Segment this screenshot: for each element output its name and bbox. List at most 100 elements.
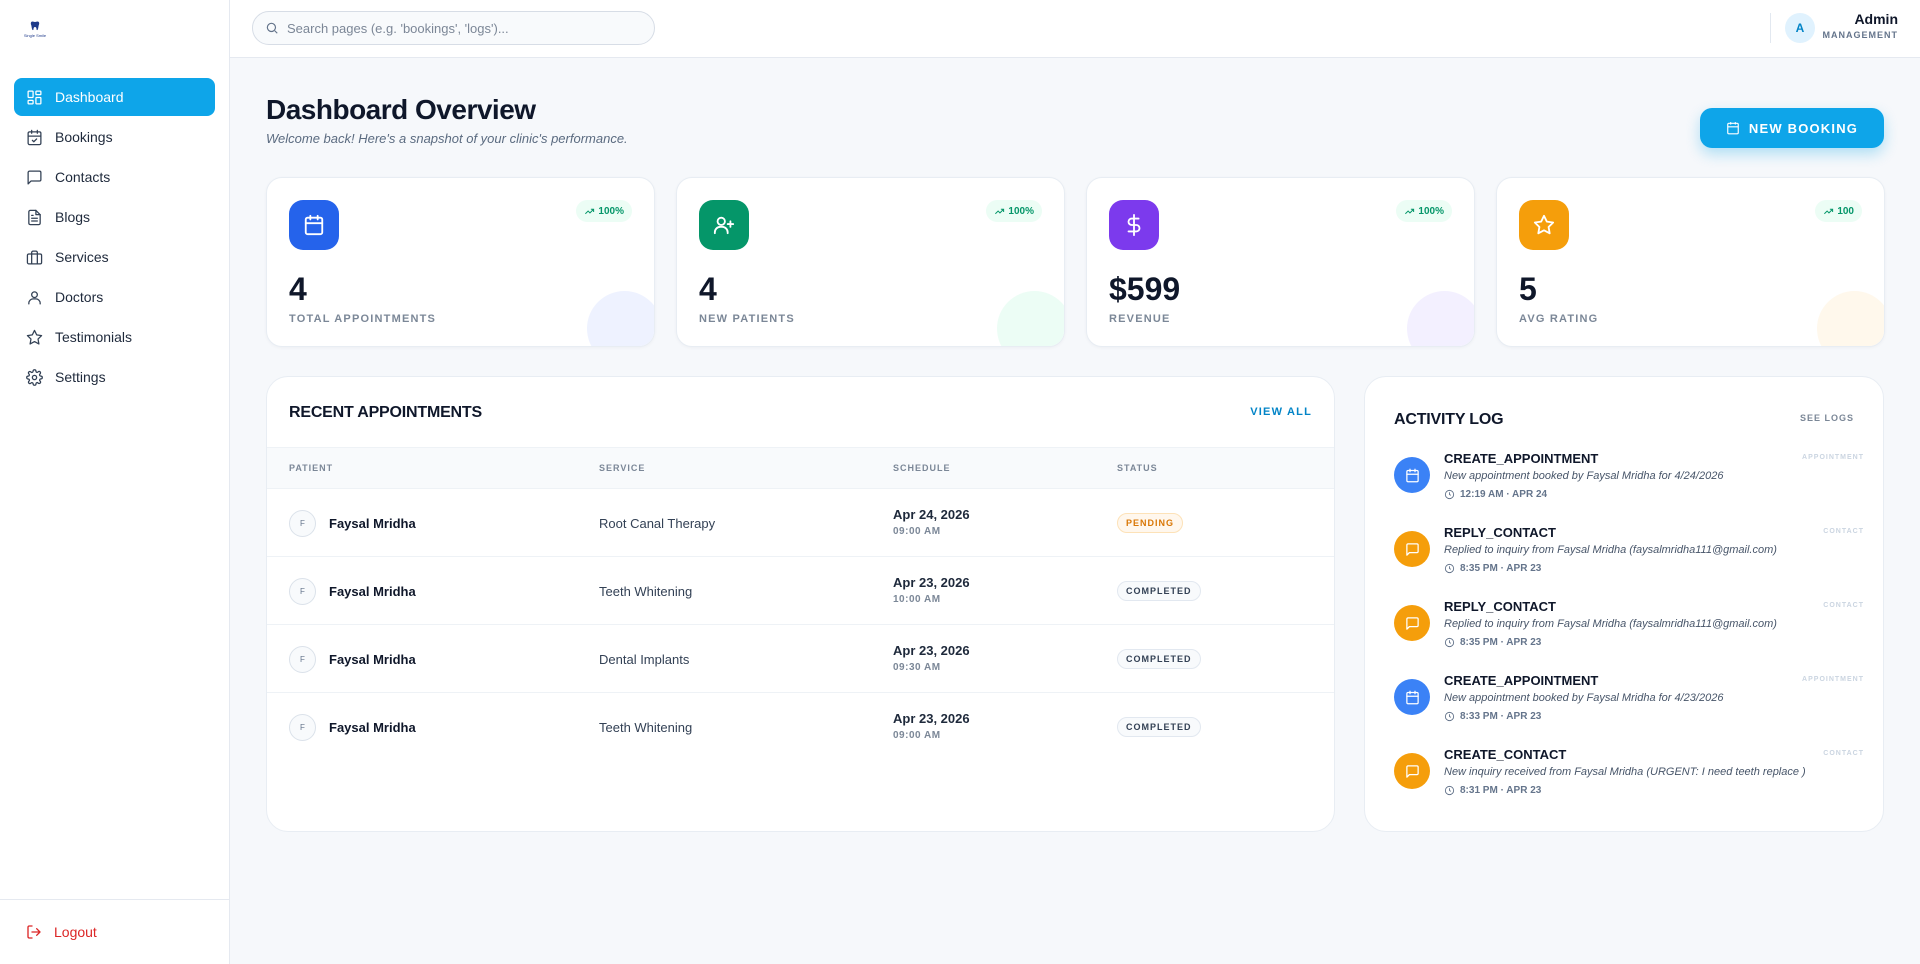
- clock-icon: [1444, 563, 1455, 574]
- trend-badge: 100%: [1396, 200, 1452, 222]
- table-row[interactable]: F Faysal Mridha Teeth Whitening Apr 23, …: [267, 693, 1334, 761]
- star-icon: [26, 329, 43, 345]
- page-subtitle: Welcome back! Here's a snapshot of your …: [266, 131, 628, 146]
- sidebar-item-label: Blogs: [55, 209, 91, 225]
- activity-time-text: 8:31 PM · APR 23: [1460, 785, 1542, 796]
- sidebar-nav: Dashboard Bookings Contacts Blogs Servic…: [14, 78, 215, 398]
- activity-tag: CONTACT: [1823, 602, 1864, 609]
- status-badge: COMPLETED: [1117, 717, 1201, 737]
- gear-icon: [26, 368, 43, 386]
- message-square-icon: [27, 169, 42, 185]
- activity-time-text: 8:33 PM · APR 23: [1460, 711, 1542, 722]
- service-name: Dental Implants: [599, 652, 690, 667]
- sidebar-item-services[interactable]: Services: [14, 238, 215, 276]
- schedule-date: Apr 23, 2026: [893, 643, 970, 658]
- sidebar-item-doctors[interactable]: Doctors: [14, 278, 215, 316]
- status-badge: COMPLETED: [1117, 581, 1201, 601]
- calendar-icon: [1405, 468, 1419, 482]
- activity-tag: APPOINTMENT: [1802, 454, 1864, 461]
- logo-text: Single Smile: [23, 33, 47, 38]
- activity-action: CREATE_APPOINTMENT: [1444, 673, 1599, 688]
- activity-item[interactable]: CREATE_APPOINTMENT APPOINTMENT New appoi…: [1394, 673, 1864, 733]
- schedule-time: 09:00 AM: [893, 526, 941, 537]
- sidebar-item-label: Contacts: [55, 169, 111, 185]
- activity-action: REPLY_CONTACT: [1444, 599, 1556, 614]
- message-icon: [1405, 616, 1419, 630]
- trend-value: 100%: [1418, 205, 1444, 217]
- schedule-time: 09:00 AM: [893, 730, 941, 741]
- search-icon: [266, 22, 278, 34]
- table-row[interactable]: F Faysal Mridha Root Canal Therapy Apr 2…: [267, 489, 1334, 557]
- activity-time: 8:33 PM · APR 23: [1444, 711, 1541, 722]
- status-badge: COMPLETED: [1117, 649, 1201, 669]
- new-booking-label: NEW BOOKING: [1748, 120, 1859, 136]
- schedule-date: Apr 23, 2026: [893, 575, 970, 590]
- tooth-icon: [30, 21, 40, 31]
- sidebar: Single Smile Dashboard Bookings Contacts…: [0, 0, 230, 964]
- decorative-circle: [1817, 291, 1884, 346]
- activity-icon-bg: [1394, 531, 1430, 567]
- see-logs-link[interactable]: SEE LOGS: [1800, 413, 1854, 423]
- activity-item[interactable]: CREATE_CONTACT CONTACT New inquiry recei…: [1394, 747, 1864, 807]
- activity-action: CREATE_CONTACT: [1444, 747, 1567, 762]
- clock-icon: [1444, 489, 1455, 500]
- recent-appointments-card: RECENT APPOINTMENTS VIEW ALL PATIENT SER…: [266, 376, 1335, 832]
- stat-card-rating: 100 5 AVG RATING: [1496, 177, 1885, 347]
- trend-badge: 100%: [576, 200, 632, 222]
- status-badge: PENDING: [1117, 513, 1184, 533]
- stat-card-revenue: 100% $599 REVENUE: [1086, 177, 1475, 347]
- trend-badge: 100%: [986, 200, 1042, 222]
- trending-up-icon: [995, 208, 1005, 214]
- patient-name: Faysal Mridha: [329, 584, 416, 599]
- message-icon: [1405, 764, 1419, 778]
- trend-value: 100%: [1008, 205, 1034, 217]
- stat-value: 4: [699, 271, 717, 307]
- sidebar-item-label: Testimonials: [55, 329, 133, 345]
- view-all-link[interactable]: VIEW ALL: [1250, 406, 1312, 418]
- stat-label: TOTAL APPOINTMENTS: [289, 313, 437, 325]
- search-input[interactable]: [287, 20, 647, 36]
- column-header-service: SERVICE: [599, 463, 646, 473]
- sidebar-item-label: Bookings: [55, 129, 113, 145]
- patient-avatar: F: [289, 714, 316, 741]
- sidebar-item-testimonials[interactable]: Testimonials: [14, 318, 215, 356]
- sidebar-item-bookings[interactable]: Bookings: [14, 118, 215, 156]
- logout-button[interactable]: Logout: [0, 900, 230, 964]
- schedule-time: 10:00 AM: [893, 594, 941, 605]
- sidebar-item-label: Doctors: [55, 289, 104, 305]
- table-row[interactable]: F Faysal Mridha Dental Implants Apr 23, …: [267, 625, 1334, 693]
- user-avatar[interactable]: A: [1785, 13, 1815, 43]
- trend-value: 100: [1837, 205, 1854, 217]
- activity-item[interactable]: REPLY_CONTACT CONTACT Replied to inquiry…: [1394, 599, 1864, 659]
- dollar-icon: [1127, 214, 1141, 236]
- clinic-logo[interactable]: Single Smile: [22, 16, 48, 42]
- column-header-patient: PATIENT: [289, 463, 334, 473]
- sidebar-item-settings[interactable]: Settings: [14, 358, 215, 396]
- activity-action: REPLY_CONTACT: [1444, 525, 1556, 540]
- sidebar-item-contacts[interactable]: Contacts: [14, 158, 215, 196]
- activity-icon-bg: [1394, 457, 1430, 493]
- stat-label: REVENUE: [1109, 313, 1171, 325]
- briefcase-icon: [26, 249, 43, 265]
- activity-icon-bg: [1394, 605, 1430, 641]
- activity-description: New appointment booked by Faysal Mridha …: [1444, 692, 1724, 704]
- search-box[interactable]: [252, 11, 655, 45]
- activity-time-text: 12:19 AM · APR 24: [1460, 489, 1548, 500]
- user-menu[interactable]: Admin MANAGEMENT: [1823, 11, 1899, 40]
- service-name: Root Canal Therapy: [599, 516, 716, 531]
- table-row[interactable]: F Faysal Mridha Teeth Whitening Apr 23, …: [267, 557, 1334, 625]
- activity-time: 8:31 PM · APR 23: [1444, 785, 1541, 796]
- sidebar-item-blogs[interactable]: Blogs: [14, 198, 215, 236]
- sidebar-item-dashboard[interactable]: Dashboard: [14, 78, 215, 116]
- activity-tag: APPOINTMENT: [1802, 676, 1864, 683]
- calendar-check-icon: [27, 129, 42, 145]
- star-icon: [1533, 214, 1555, 235]
- activity-item[interactable]: CREATE_APPOINTMENT APPOINTMENT New appoi…: [1394, 451, 1864, 511]
- activity-time: 12:19 AM · APR 24: [1444, 489, 1547, 500]
- patient-avatar: F: [289, 578, 316, 605]
- clock-icon: [1444, 637, 1455, 648]
- page-title: Dashboard Overview: [266, 94, 536, 125]
- new-booking-button[interactable]: NEW BOOKING: [1700, 108, 1884, 148]
- activity-action: CREATE_APPOINTMENT: [1444, 451, 1599, 466]
- activity-item[interactable]: REPLY_CONTACT CONTACT Replied to inquiry…: [1394, 525, 1864, 585]
